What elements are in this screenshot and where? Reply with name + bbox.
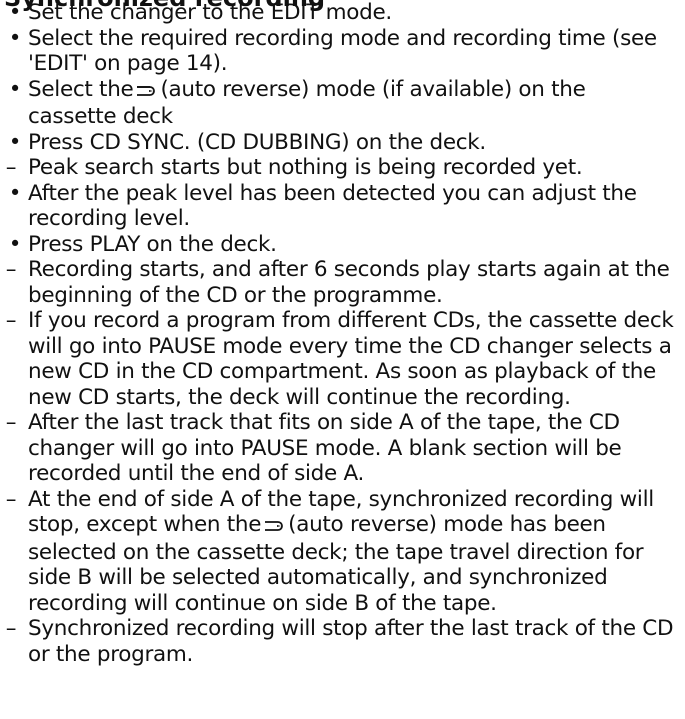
list-item-text: If you record a program from different C…: [28, 308, 674, 410]
list-item: • Select the (auto reverse) mode (if avai…: [0, 77, 678, 130]
bullet-marker: •: [8, 0, 22, 25]
list-item: – After the last track that fits on side…: [0, 410, 678, 487]
manual-page: Synchronized recording • Set the changer…: [0, 0, 685, 719]
list-item: – Recording starts, and after 6 seconds …: [0, 257, 678, 308]
list-item: – Synchronized recording will stop after…: [0, 616, 678, 667]
list-item-text-pre: Select the: [28, 76, 134, 102]
dash-marker: –: [5, 308, 17, 333]
list-item-text: Peak search starts but nothing is being …: [28, 155, 583, 180]
auto-reverse-icon: [263, 514, 285, 540]
list-item: – At the end of side A of the tape, sync…: [0, 487, 678, 617]
instruction-list: • Set the changer to the EDIT mode. • Se…: [0, 0, 685, 667]
dash-marker: –: [5, 410, 17, 435]
bullet-marker: •: [8, 25, 22, 51]
dash-marker: –: [5, 616, 17, 641]
dash-marker: –: [5, 155, 17, 180]
bullet-marker: •: [8, 180, 22, 206]
list-item: – If you record a program from different…: [0, 308, 678, 410]
list-item-text: Synchronized recording will stop after t…: [28, 616, 674, 667]
bullet-marker: •: [8, 76, 22, 102]
list-item-text: At the end of side A of the tape, synchr…: [28, 487, 678, 617]
auto-reverse-icon: [135, 79, 157, 105]
bullet-marker: •: [8, 129, 22, 155]
list-item-text: Recording starts, and after 6 seconds pl…: [28, 257, 670, 308]
list-item: • After the peak level has been detected…: [0, 181, 678, 232]
list-item: • Press CD SYNC. (CD DUBBING) on the dec…: [0, 130, 678, 156]
list-item: • Set the changer to the EDIT mode.: [0, 0, 678, 26]
list-item-text: Select the required recording mode and r…: [28, 25, 657, 77]
list-item: • Select the required recording mode and…: [0, 26, 678, 77]
list-item-text: Press CD SYNC. (CD DUBBING) on the deck.: [28, 129, 486, 155]
dash-marker: –: [5, 486, 17, 512]
list-item-text: Press PLAY on the deck.: [28, 231, 277, 257]
list-item-text: After the peak level has been detected y…: [28, 180, 637, 232]
list-item: – Peak search starts but nothing is bein…: [0, 155, 678, 181]
list-item-text: Select the (auto reverse) mode (if availa…: [28, 77, 678, 130]
dash-marker: –: [5, 257, 17, 282]
list-item-text: Set the changer to the EDIT mode.: [28, 0, 392, 25]
list-item-text: After the last track that fits on side A…: [28, 410, 622, 486]
list-item: • Press PLAY on the deck.: [0, 232, 678, 258]
bullet-marker: •: [8, 231, 22, 257]
